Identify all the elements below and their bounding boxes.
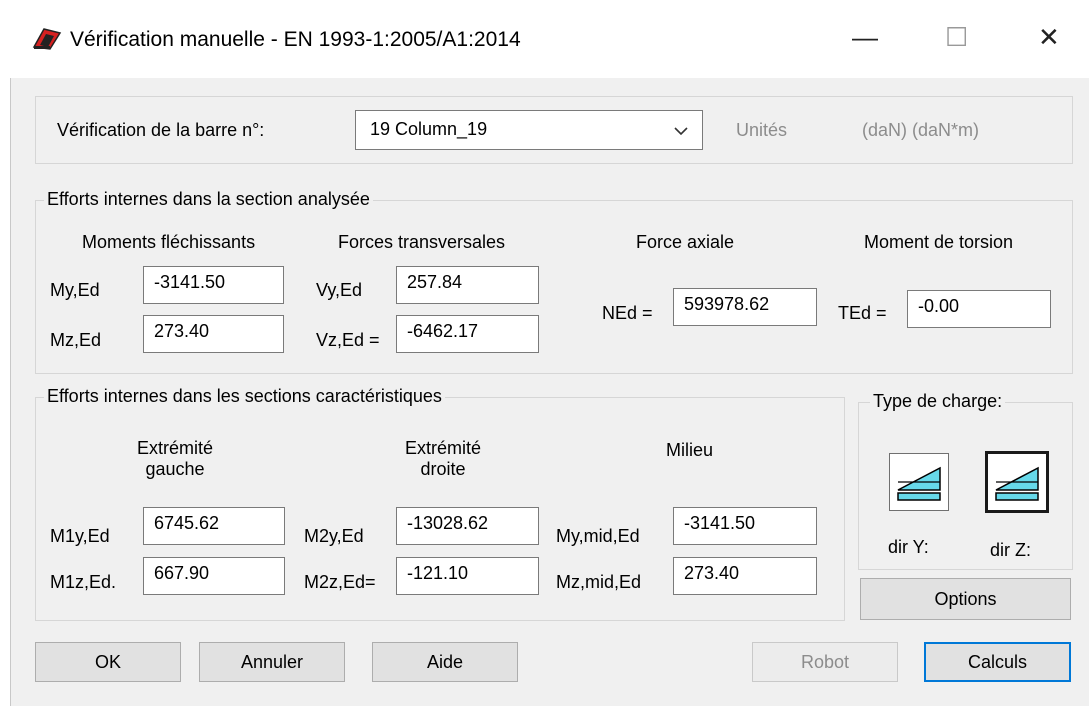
mz-ed-field[interactable]: 273.40 bbox=[143, 315, 284, 353]
torsion-header: Moment de torsion bbox=[864, 232, 1014, 252]
bar-select[interactable]: 19 Column_19 bbox=[355, 110, 703, 150]
left-end-header-2: gauche bbox=[145, 459, 205, 479]
m1z-ed-field[interactable]: 667.90 bbox=[143, 557, 285, 595]
mz-mid-ed-label: Mz,mid,Ed bbox=[556, 572, 642, 592]
my-ed-label: My,Ed bbox=[50, 280, 100, 300]
m1y-ed-field[interactable]: 6745.62 bbox=[143, 507, 285, 545]
axial-header: Force axiale bbox=[636, 232, 735, 252]
m2y-ed-label: M2y,Ed bbox=[304, 526, 364, 546]
robot-button: Robot bbox=[752, 642, 898, 682]
close-button[interactable]: ✕ bbox=[1038, 22, 1060, 53]
units-value: (daN) (daN*m) bbox=[862, 120, 980, 140]
m1z-ed-label: M1z,Ed. bbox=[50, 572, 117, 592]
internal-forces-legend: Efforts internes dans la section analysé… bbox=[44, 189, 373, 210]
m2y-ed-field[interactable]: -13028.62 bbox=[396, 507, 539, 545]
trapezoidal-load-icon bbox=[897, 466, 941, 501]
right-end-header-1: Extrémité bbox=[404, 438, 482, 458]
vy-ed-label: Vy,Ed bbox=[316, 280, 363, 300]
mz-mid-ed-field[interactable]: 273.40 bbox=[673, 557, 817, 595]
my-mid-ed-field[interactable]: -3141.50 bbox=[673, 507, 817, 545]
m2z-ed-label: M2z,Ed= bbox=[304, 572, 376, 592]
bar-label: Vérification de la barre n°: bbox=[57, 120, 265, 140]
trapezoidal-load-icon bbox=[995, 466, 1039, 501]
chevron-down-icon bbox=[674, 127, 688, 136]
my-mid-ed-label: My,mid,Ed bbox=[556, 526, 640, 546]
vy-ed-field[interactable]: 257.84 bbox=[396, 266, 539, 304]
my-ed-field[interactable]: -3141.50 bbox=[143, 266, 284, 304]
dir-z-label: dir Z: bbox=[990, 540, 1032, 560]
m1y-ed-label: M1y,Ed bbox=[50, 526, 110, 546]
characteristic-forces-legend: Efforts internes dans les sections carac… bbox=[44, 386, 445, 407]
cancel-button[interactable]: Annuler bbox=[199, 642, 345, 682]
minimize-button[interactable]: — bbox=[852, 22, 878, 53]
vz-ed-field[interactable]: -6462.17 bbox=[396, 315, 539, 353]
middle-header: Milieu bbox=[666, 440, 714, 460]
moments-header: Moments fléchissants bbox=[82, 232, 256, 252]
ok-button[interactable]: OK bbox=[35, 642, 181, 682]
units-label: Unités bbox=[736, 120, 788, 140]
window-title: Vérification manuelle - EN 1993-1:2005/A… bbox=[70, 28, 521, 51]
right-end-header-2: droite bbox=[420, 459, 466, 479]
title-bar[interactable]: Vérification manuelle - EN 1993-1:2005/A… bbox=[0, 0, 1089, 78]
bar-select-value: 19 Column_19 bbox=[370, 119, 488, 139]
help-button[interactable]: Aide bbox=[372, 642, 518, 682]
vz-ed-label: Vz,Ed = bbox=[316, 330, 380, 350]
robot-app-icon bbox=[32, 28, 62, 50]
calc-button[interactable]: Calculs bbox=[924, 642, 1071, 682]
m2z-ed-field[interactable]: -121.10 bbox=[396, 557, 539, 595]
load-dir-z-button[interactable] bbox=[985, 451, 1049, 513]
ned-field[interactable]: 593978.62 bbox=[673, 288, 817, 326]
ted-field[interactable]: -0.00 bbox=[907, 290, 1051, 328]
left-end-header-1: Extrémité bbox=[136, 438, 214, 458]
maximize-button[interactable]: ☐ bbox=[945, 22, 968, 53]
shear-header: Forces transversales bbox=[338, 232, 506, 252]
ted-label: TEd = bbox=[838, 303, 887, 323]
mz-ed-label: Mz,Ed bbox=[50, 330, 102, 350]
ned-label: NEd = bbox=[602, 303, 653, 323]
load-dir-y-button[interactable] bbox=[889, 453, 949, 511]
load-type-legend: Type de charge: bbox=[870, 391, 1006, 412]
options-button[interactable]: Options bbox=[860, 578, 1071, 620]
dir-y-label: dir Y: bbox=[888, 537, 929, 557]
